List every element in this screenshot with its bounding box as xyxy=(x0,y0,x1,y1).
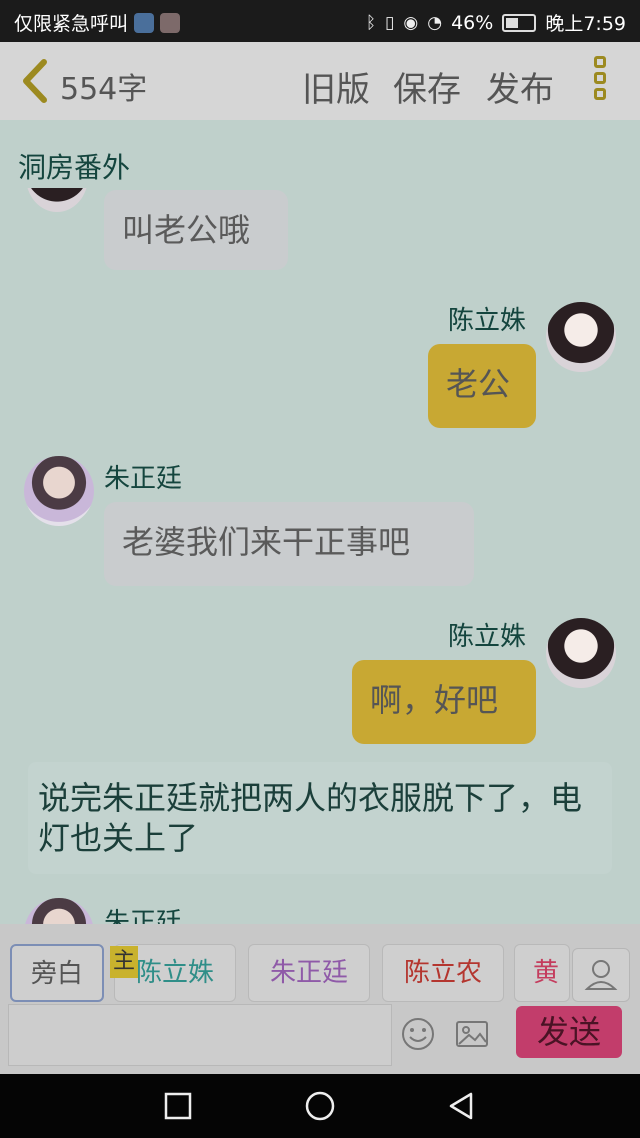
old-version-button[interactable]: 旧版 xyxy=(302,62,370,111)
role-narrator-button[interactable]: 旁白 xyxy=(10,944,104,1002)
clock: 晚上7:59 xyxy=(545,13,626,35)
avatar[interactable] xyxy=(546,618,616,688)
bluetooth-icon: ᛒ xyxy=(365,12,377,33)
carrier-text: 仅限紧急呼叫 xyxy=(14,13,129,35)
battery-icon xyxy=(502,13,537,32)
avatar[interactable] xyxy=(546,302,616,372)
role-chen-linong-button[interactable]: 陈立农 xyxy=(382,944,504,1002)
system-nav-bar xyxy=(0,1074,640,1138)
speaker-name: 朱正廷 xyxy=(104,908,183,924)
wifi-icon: ◔ xyxy=(427,12,443,33)
avatar[interactable] xyxy=(24,898,94,924)
vibrate-icon: ▯ xyxy=(385,12,395,33)
app-notification-icon xyxy=(134,12,155,33)
chat-area[interactable]: 洞房番外 叫老公哦 陈立姝 老公 朱正廷 老婆我们来干正事吧 陈立姝 啊，好吧 … xyxy=(0,120,640,924)
role-zhu-zhengting-button[interactable]: 朱正廷 xyxy=(248,944,370,1002)
add-role-button[interactable] xyxy=(572,948,630,1002)
avatar[interactable] xyxy=(24,456,94,526)
more-menu-icon[interactable] xyxy=(594,56,614,110)
message-bubble[interactable]: 老婆我们来干正事吧 xyxy=(104,502,474,586)
back-icon[interactable] xyxy=(446,1090,478,1122)
speaker-name: 朱正廷 xyxy=(104,464,183,494)
battery-percent: 46% xyxy=(451,11,494,34)
editor-toolbar: 554字 旧版 保存 发布 xyxy=(0,42,640,120)
save-button[interactable]: 保存 xyxy=(393,62,461,111)
app-notification-icon xyxy=(160,12,181,33)
story-title: 洞房番外 xyxy=(18,151,131,184)
speaker-name: 陈立姝 xyxy=(448,306,527,336)
main-role-tag: 主 xyxy=(110,946,139,978)
status-bar: 仅限紧急呼叫 ᛒ ▯ ◉ ◔ 46% 晚上7:59 xyxy=(0,0,640,42)
word-count: 554字 xyxy=(60,72,148,107)
composer-panel: 旁白 陈立姝 主 朱正廷 陈立农 黄 发送 xyxy=(0,924,640,1074)
send-button[interactable]: 发送 xyxy=(516,1006,622,1058)
recents-icon[interactable] xyxy=(162,1090,194,1122)
emoji-icon[interactable] xyxy=(400,1016,436,1052)
message-bubble[interactable]: 叫老公哦 xyxy=(104,190,288,270)
eye-comfort-icon: ◉ xyxy=(403,12,419,33)
image-icon[interactable] xyxy=(454,1016,490,1052)
home-icon[interactable] xyxy=(304,1090,336,1122)
role-huang-button[interactable]: 黄 xyxy=(514,944,570,1002)
narration-block[interactable]: 说完朱正廷就把两人的衣服脱下了，电灯也关上了 xyxy=(28,762,612,874)
back-chevron-icon[interactable] xyxy=(18,56,52,106)
speaker-name: 陈立姝 xyxy=(448,622,527,652)
message-bubble[interactable]: 老公 xyxy=(428,344,536,428)
person-icon xyxy=(584,960,618,990)
message-input[interactable] xyxy=(8,1004,392,1066)
message-bubble[interactable]: 啊，好吧 xyxy=(352,660,536,744)
publish-button[interactable]: 发布 xyxy=(486,62,554,111)
